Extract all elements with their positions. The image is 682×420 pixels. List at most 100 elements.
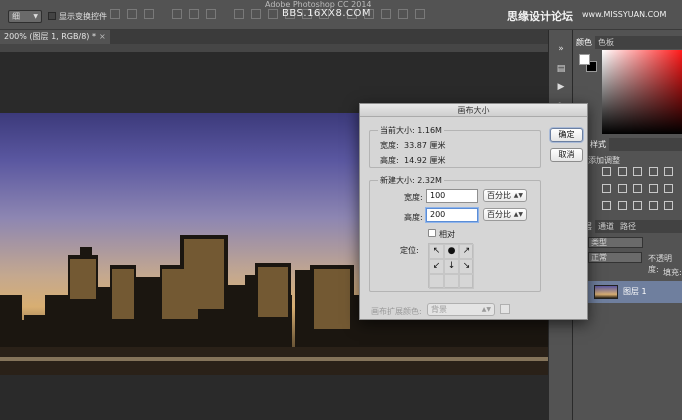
anchor-bottom-left[interactable] [429, 274, 444, 289]
exposure-icon[interactable] [648, 167, 658, 176]
style-select[interactable]: 细 ▼ [8, 10, 42, 23]
width-unit-select[interactable]: 百分比 ▲▼ [483, 189, 527, 202]
anchor-top-right[interactable]: ↗ [459, 244, 474, 259]
show-transform-checkbox[interactable] [48, 12, 56, 20]
watermark: BBS.16XX8.COM [282, 8, 372, 19]
fill-label: 填充: [663, 268, 682, 277]
extension-color-label: 画布扩展颜色: [371, 307, 422, 316]
style-select-value: 细 [12, 12, 20, 21]
curves-icon[interactable] [633, 167, 643, 176]
adjust-panel-tabs: 库样式 [573, 138, 682, 151]
tab-styles[interactable]: 样式 [587, 138, 609, 151]
color-panel [573, 48, 682, 134]
anchor-center[interactable]: ↓ [444, 259, 459, 274]
selective-color-icon[interactable] [664, 201, 674, 210]
relative-checkbox[interactable] [428, 229, 436, 237]
chevron-down-icon: ▼ [33, 13, 38, 20]
chevron-down-icon: ▲▼ [513, 211, 523, 218]
collapse-icon[interactable]: » [556, 44, 566, 54]
3d-pan-icon[interactable] [381, 9, 391, 19]
anchor-bottom-center[interactable] [444, 274, 459, 289]
align-bottom-icon[interactable] [144, 9, 154, 19]
layer-name: 图层 1 [623, 287, 647, 296]
current-size-title: 当前大小: 1.16M [378, 125, 444, 136]
adjustment-icons [602, 167, 680, 210]
show-transform-label: 显示变换控件 [59, 12, 107, 21]
align-left-icon[interactable] [172, 9, 182, 19]
width-label: 宽度: [404, 193, 423, 202]
bw-icon[interactable] [633, 184, 643, 193]
levels-icon[interactable] [617, 167, 627, 176]
chevron-down-icon: ▲▼ [513, 192, 523, 199]
close-icon[interactable]: × [99, 32, 106, 41]
ruler [0, 44, 548, 52]
height-unit-select[interactable]: 百分比 ▲▼ [483, 208, 527, 221]
color-spectrum[interactable] [602, 50, 682, 134]
extension-color-value: 背景 [431, 305, 447, 314]
mixer-icon[interactable] [664, 184, 674, 193]
align-top-icon[interactable] [110, 9, 120, 19]
site-url: www.MISSYUAN.COM [582, 10, 667, 19]
document-tab-bar: 200% (图层 1, RGB/8) * × [0, 30, 548, 44]
align-icons [110, 9, 450, 23]
anchor-label: 定位: [400, 246, 419, 255]
hue-icon[interactable] [602, 184, 611, 193]
chevron-down-icon: ▲▼ [481, 306, 491, 313]
layer-filter-select[interactable]: 类型 [588, 237, 643, 248]
distribute-middle-icon[interactable] [251, 9, 261, 19]
distribute-bottom-icon[interactable] [268, 9, 278, 19]
play-icon[interactable]: ▶ [556, 82, 566, 92]
site-logo: 思缘设计论坛 [507, 10, 573, 23]
invert-icon[interactable] [602, 201, 611, 210]
tab-paths[interactable]: 路径 [617, 220, 639, 233]
extension-color-swatch[interactable] [500, 304, 510, 314]
layer-row[interactable]: 图层 1 [586, 281, 682, 303]
new-size-title: 新建大小: 2.32M [378, 175, 444, 186]
width-input[interactable]: 100 [426, 189, 478, 203]
vibrance-icon[interactable] [664, 167, 674, 176]
relative-label: 相对 [439, 230, 455, 239]
ok-button[interactable]: 确定 [550, 128, 583, 142]
blend-mode-select[interactable]: 正常 [588, 252, 642, 263]
dialog-title: 画布大小 [360, 104, 587, 117]
current-height-value: 14.92 厘米 [404, 156, 446, 165]
3d-slide-icon[interactable] [398, 9, 408, 19]
height-unit-value: 百分比 [487, 210, 511, 219]
photo-filter-icon[interactable] [648, 184, 658, 193]
anchor-bottom-right[interactable] [459, 274, 474, 289]
3d-scale-icon[interactable] [415, 9, 425, 19]
threshold-icon[interactable] [633, 201, 643, 210]
options-bar: 细 ▼ 显示变换控件 Adobe Photoshop CC 2014 BBS.1… [0, 0, 682, 30]
foreground-swatch[interactable] [579, 54, 590, 65]
anchor-top-center[interactable]: ● [444, 244, 459, 259]
distribute-top-icon[interactable] [234, 9, 244, 19]
width-unit-value: 百分比 [487, 191, 511, 200]
right-panels: 颜色色板 库样式 添加调整 图层通道路径 类型 正常 不透明度: 填充: 图层 … [573, 30, 682, 420]
align-middle-icon[interactable] [127, 9, 137, 19]
height-input[interactable]: 200 [426, 208, 478, 222]
brightness-icon[interactable] [602, 167, 611, 176]
history-icon[interactable]: ▤ [556, 64, 566, 74]
posterize-icon[interactable] [617, 201, 627, 210]
current-width-value: 33.87 厘米 [404, 141, 446, 150]
current-height-label: 高度: [380, 156, 399, 165]
balance-icon[interactable] [617, 184, 627, 193]
cancel-button[interactable]: 取消 [550, 148, 583, 162]
extension-color-select[interactable]: 背景 ▲▼ [427, 303, 495, 316]
align-right-icon[interactable] [206, 9, 216, 19]
anchor-middle-left[interactable]: ↙ [429, 259, 444, 274]
layer-panel-tabs: 图层通道路径 [573, 220, 682, 233]
align-center-icon[interactable] [189, 9, 199, 19]
adjustments-label: 添加调整 [588, 156, 620, 165]
document-tab[interactable]: 200% (图层 1, RGB/8) * × [0, 30, 110, 44]
gradient-map-icon[interactable] [648, 201, 658, 210]
height-label: 高度: [404, 213, 423, 222]
anchor-middle-right[interactable]: ↘ [459, 259, 474, 274]
layer-thumbnail [594, 285, 618, 299]
canvas-size-dialog: 画布大小 当前大小: 1.16M 宽度: 33.87 厘米 高度: 14.92 … [359, 103, 588, 320]
anchor-top-left[interactable]: ↖ [429, 244, 444, 259]
current-width-label: 宽度: [380, 141, 399, 150]
document-tab-label: 200% (图层 1, RGB/8) * [4, 32, 96, 41]
tab-channels[interactable]: 通道 [595, 220, 617, 233]
anchor-grid[interactable]: ↖ ● ↗ ↙ ↓ ↘ [428, 243, 474, 289]
